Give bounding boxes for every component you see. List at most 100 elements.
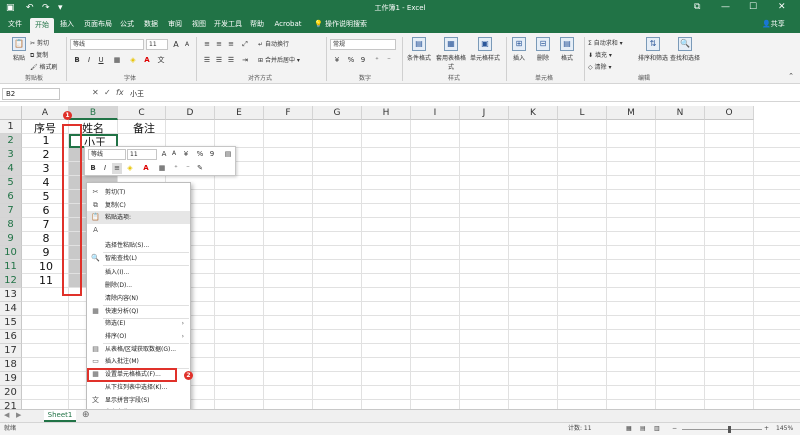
column-header-f[interactable]: F xyxy=(264,106,313,120)
cell-c1[interactable]: 备注 xyxy=(133,120,155,136)
row-header-18[interactable]: 18 xyxy=(0,358,22,372)
menu-item-paste-keep[interactable]: A xyxy=(87,224,190,237)
tab-view[interactable]: 视图 xyxy=(188,16,210,33)
menu-item-pick-from-list[interactable]: 从下拉列表中选择(K)... xyxy=(87,381,190,394)
conditional-format-button[interactable]: ▤ 条件格式 xyxy=(404,37,434,62)
zoom-slider-thumb[interactable] xyxy=(728,426,731,433)
mini-size-select[interactable]: 11 xyxy=(127,149,157,160)
format-as-table-button[interactable]: ▦ 套用表格格式 xyxy=(436,37,466,71)
tab-acrobat[interactable]: Acrobat xyxy=(272,16,304,33)
mini-italic-button[interactable]: I xyxy=(100,163,110,174)
shrink-font-button[interactable]: A xyxy=(182,40,192,50)
insert-function-icon[interactable]: fx xyxy=(116,88,124,97)
column-header-h[interactable]: H xyxy=(362,106,411,120)
tab-data[interactable]: 数据 xyxy=(140,16,162,33)
zoom-slider[interactable] xyxy=(682,429,762,430)
cut-button[interactable]: ✂ 剪切 xyxy=(30,38,49,47)
zoom-in-button[interactable]: + xyxy=(764,423,769,435)
column-header-o[interactable]: O xyxy=(705,106,754,120)
enter-icon[interactable]: ✓ xyxy=(104,88,111,97)
cell-styles-button[interactable]: ▣ 单元格样式 xyxy=(470,37,500,62)
font-color-button[interactable]: A xyxy=(142,55,152,65)
menu-item-sort[interactable]: 排序(O) › xyxy=(87,330,190,343)
find-select-button[interactable]: 🔍 查找和选择 xyxy=(670,37,700,62)
column-header-m[interactable]: M xyxy=(607,106,656,120)
mini-percent-button[interactable]: % xyxy=(195,149,205,160)
row-header-1[interactable]: 1 xyxy=(0,120,22,134)
font-name-select[interactable]: 等线 xyxy=(70,39,144,50)
ribbon-display-icon[interactable]: ⧉ xyxy=(694,1,700,13)
page-layout-view-icon[interactable]: ▤ xyxy=(640,423,646,435)
zoom-level[interactable]: 145% xyxy=(776,423,793,435)
zoom-out-button[interactable]: − xyxy=(672,423,677,435)
align-right-icon[interactable]: ☰ xyxy=(226,55,236,65)
currency-icon[interactable]: ¥ xyxy=(332,55,342,65)
menu-item-delete[interactable]: 删除(D)... xyxy=(87,279,190,292)
column-header-d[interactable]: D xyxy=(166,106,215,120)
mini-dec-decimal-icon[interactable]: ⁻ xyxy=(183,163,193,174)
tab-page-layout[interactable]: 页面布局 xyxy=(82,16,114,33)
cancel-icon[interactable]: ✕ xyxy=(92,88,99,97)
row-header-14[interactable]: 14 xyxy=(0,302,22,316)
grow-font-button[interactable]: A xyxy=(171,40,181,50)
bold-button[interactable]: B xyxy=(72,55,82,65)
row-header-13[interactable]: 13 xyxy=(0,288,22,302)
close-icon[interactable]: ✕ xyxy=(778,1,786,13)
menu-item-paste-special[interactable]: 选择性粘贴(S)... xyxy=(87,239,190,252)
format-painter-button[interactable]: 🖌 格式刷 xyxy=(30,62,58,71)
fill-color-icon[interactable]: ◈ xyxy=(128,55,138,65)
page-break-view-icon[interactable]: ▥ xyxy=(654,423,660,435)
menu-item-smart-lookup[interactable]: 🔍 智能查找(L) xyxy=(87,252,190,265)
orientation-icon[interactable]: ⤢ xyxy=(240,39,250,49)
add-sheet-icon[interactable]: ⊕ xyxy=(82,410,90,420)
column-header-k[interactable]: K xyxy=(509,106,558,120)
comma-button[interactable]: 9 xyxy=(358,55,368,65)
column-header-b[interactable]: B xyxy=(69,106,118,120)
align-top-icon[interactable]: ≡ xyxy=(202,39,212,49)
fill-button[interactable]: ⬇ 填充 ▾ xyxy=(588,50,612,59)
mini-comma-button[interactable]: 9 xyxy=(207,149,217,160)
mini-font-color-icon[interactable]: A xyxy=(141,163,151,174)
decrease-decimal-icon[interactable]: ⁻ xyxy=(384,55,394,65)
italic-button[interactable]: I xyxy=(84,55,94,65)
phonetic-guide-icon[interactable]: 文 xyxy=(156,55,166,65)
mini-currency-icon[interactable]: ¥ xyxy=(181,149,191,160)
underline-button[interactable]: U xyxy=(96,55,106,65)
tab-developer[interactable]: 开发工具 xyxy=(212,16,244,33)
row-header-19[interactable]: 19 xyxy=(0,372,22,386)
minimize-icon[interactable]: — xyxy=(721,1,730,13)
increase-decimal-icon[interactable]: ⁺ xyxy=(372,55,382,65)
row-header-17[interactable]: 17 xyxy=(0,344,22,358)
mini-inc-decimal-icon[interactable]: ⁺ xyxy=(171,163,181,174)
mini-format-painter-icon[interactable]: ▤ xyxy=(223,149,233,160)
mini-align-icon[interactable]: ≡ xyxy=(112,163,122,174)
row-header-15[interactable]: 15 xyxy=(0,316,22,330)
align-bottom-icon[interactable]: ≡ xyxy=(226,39,236,49)
column-header-c[interactable]: C xyxy=(118,106,166,120)
column-header-n[interactable]: N xyxy=(656,106,705,120)
column-header-j[interactable]: J xyxy=(460,106,509,120)
next-sheet-icon[interactable]: ▶ xyxy=(16,411,21,419)
tab-review[interactable]: 审阅 xyxy=(164,16,186,33)
menu-item-cut[interactable]: ✂ 剪切(T) xyxy=(87,186,190,199)
row-header-16[interactable]: 16 xyxy=(0,330,22,344)
menu-item-paste-options[interactable]: 📋 粘贴选项: xyxy=(87,211,190,224)
mini-bold-button[interactable]: B xyxy=(88,163,98,174)
tab-help[interactable]: 帮助 xyxy=(246,16,268,33)
delete-cells-button[interactable]: ⊟ 删除 xyxy=(532,37,554,62)
sheet-tab-sheet1[interactable]: Sheet1 xyxy=(44,410,76,422)
prev-sheet-icon[interactable]: ◀ xyxy=(4,411,9,419)
column-header-a[interactable]: A xyxy=(22,106,69,120)
mini-grow-font-icon[interactable]: A xyxy=(159,149,169,160)
autosum-button[interactable]: Σ 自动求和 ▾ xyxy=(588,38,623,47)
wrap-text-button[interactable]: ↵ 自动换行 xyxy=(258,39,289,48)
clear-button[interactable]: ◇ 清除 ▾ xyxy=(588,62,611,71)
format-cells-ribbon-button[interactable]: ▤ 格式 xyxy=(556,37,578,62)
tab-file[interactable]: 文件 xyxy=(4,16,26,33)
normal-view-icon[interactable]: ▦ xyxy=(626,423,632,435)
tell-me-search[interactable]: 💡 操作说明搜索 xyxy=(314,16,367,33)
menu-item-insert-comment[interactable]: ▭ 插入批注(M) xyxy=(87,355,190,368)
align-left-icon[interactable]: ☰ xyxy=(202,55,212,65)
share-button[interactable]: 👤共享 xyxy=(762,16,785,33)
name-box[interactable]: B2 xyxy=(2,88,60,100)
